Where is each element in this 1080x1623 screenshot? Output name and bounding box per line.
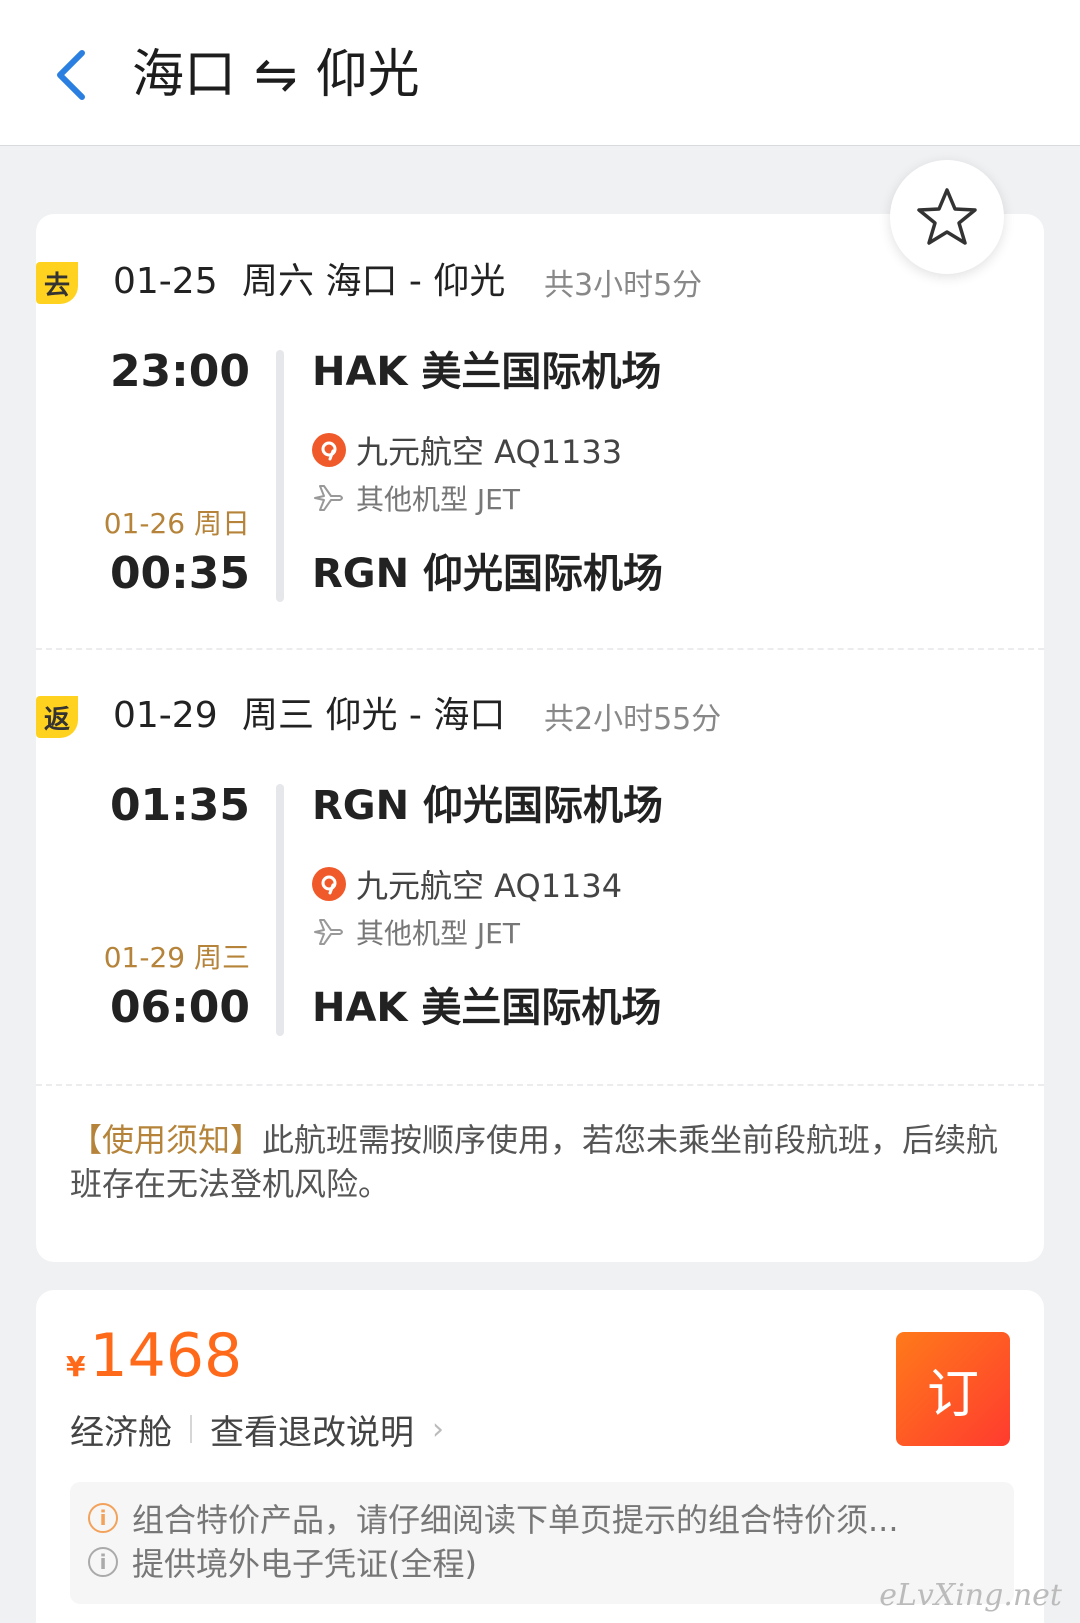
airline-info: 九元航空 AQ1134 xyxy=(312,864,623,905)
info-icon: i xyxy=(88,1547,118,1577)
outbound-badge: 去 xyxy=(36,262,78,304)
swap-icon: ⇋ xyxy=(254,45,298,105)
plane-icon xyxy=(314,919,343,945)
cabin-separator xyxy=(190,1415,192,1443)
currency-symbol: ¥ xyxy=(66,1350,86,1383)
segment-date: 01-29 xyxy=(113,695,218,736)
tip-text: 组合特价产品，请仔细阅读下单页提示的组合特价须... xyxy=(132,1501,899,1539)
book-button[interactable]: 订 xyxy=(896,1332,1010,1446)
aircraft-type: 其他机型 JET xyxy=(356,483,520,516)
tip-item: i 提供境外电子凭证(全程) xyxy=(88,1540,996,1584)
departure-time: 01:35 xyxy=(109,780,250,831)
watermark: eLvXing.net xyxy=(879,1578,1062,1613)
departure-airport: RGN 仰光国际机场 xyxy=(312,783,664,829)
price-card: ¥1468 经济舱 查看退改说明 › 订 i 组合特价产品，请仔细阅读下单页提示… xyxy=(36,1290,1044,1623)
airline-logo-icon xyxy=(312,867,346,901)
segment-date: 01-25 xyxy=(113,261,218,302)
notice-divider xyxy=(36,1084,1044,1086)
tip-item: i 组合特价产品，请仔细阅读下单页提示的组合特价须... xyxy=(88,1496,996,1540)
star-icon xyxy=(917,188,977,245)
arrival-date: 01-26 周日 xyxy=(103,507,250,540)
chevron-right-icon: › xyxy=(432,1411,444,1447)
title-to: 仰光 xyxy=(315,45,420,105)
departure-airport: HAK 美兰国际机场 xyxy=(312,349,662,395)
timeline-bar xyxy=(276,784,284,1036)
top-bar: 海口 ⇋ 仰光 xyxy=(0,0,1080,146)
price-amount: 1468 xyxy=(89,1321,243,1391)
arrival-airport: HAK 美兰国际机场 xyxy=(312,985,662,1031)
aircraft-type: 其他机型 JET xyxy=(356,917,520,950)
page-title: 海口 ⇋ 仰光 xyxy=(132,40,420,110)
airline-flight-number: 九元航空 AQ1134 xyxy=(356,867,623,905)
cabin-row: 经济舱 查看退改说明 › xyxy=(70,1404,444,1454)
favorite-button[interactable] xyxy=(890,160,1004,274)
segment-duration: 共3小时5分 xyxy=(544,268,703,303)
airline-flight-number: 九元航空 AQ1133 xyxy=(356,433,623,471)
info-icon: i xyxy=(88,1503,118,1533)
return-segment: 返 01-29 周三 仰光 - 海口 共2小时55分 01:35 RGN 仰光国… xyxy=(36,682,1044,1092)
airline-info: 九元航空 AQ1133 xyxy=(312,430,623,471)
segment-header: 返 01-29 周三 仰光 - 海口 共2小时55分 xyxy=(36,682,1044,742)
notice-tag: 【使用须知】 xyxy=(70,1121,263,1159)
departure-time: 23:00 xyxy=(109,346,250,397)
title-from: 海口 xyxy=(132,45,237,105)
segment-divider xyxy=(36,648,1044,650)
segment-header: 去 01-25 周六 海口 - 仰光 共3小时5分 xyxy=(36,248,1044,308)
outbound-segment: 去 01-25 周六 海口 - 仰光 共3小时5分 23:00 HAK 美兰国际… xyxy=(36,248,1044,658)
aircraft-info: 其他机型 JET xyxy=(312,478,520,518)
arrival-time: 00:35 xyxy=(109,548,250,599)
arrival-airport: RGN 仰光国际机场 xyxy=(312,551,664,597)
usage-notice: 【使用须知】此航班需按顺序使用，若您未乘坐前段航班，后续航班存在无法登机风险。 xyxy=(70,1118,1014,1206)
arrival-date: 01-29 周三 xyxy=(103,941,250,974)
timeline-bar xyxy=(276,350,284,602)
chevron-left-icon xyxy=(57,50,85,100)
return-badge: 返 xyxy=(36,696,78,738)
flight-details-card: 去 01-25 周六 海口 - 仰光 共3小时5分 23:00 HAK 美兰国际… xyxy=(36,214,1044,1262)
refund-policy-link[interactable]: 查看退改说明 xyxy=(210,1405,414,1454)
segment-duration: 共2小时55分 xyxy=(544,702,722,737)
segment-route: 周六 海口 - 仰光 xyxy=(242,261,506,302)
price-display: ¥1468 xyxy=(66,1324,242,1388)
airline-logo-icon xyxy=(312,433,346,467)
segment-route: 周三 仰光 - 海口 xyxy=(242,695,506,736)
plane-icon xyxy=(314,485,343,511)
cabin-class: 经济舱 xyxy=(70,1412,172,1453)
aircraft-info: 其他机型 JET xyxy=(312,912,520,952)
back-button[interactable] xyxy=(40,40,100,110)
product-tips: i 组合特价产品，请仔细阅读下单页提示的组合特价须... i 提供境外电子凭证(… xyxy=(70,1482,1014,1604)
arrival-time: 06:00 xyxy=(109,982,250,1033)
tip-text: 提供境外电子凭证(全程) xyxy=(132,1545,477,1583)
